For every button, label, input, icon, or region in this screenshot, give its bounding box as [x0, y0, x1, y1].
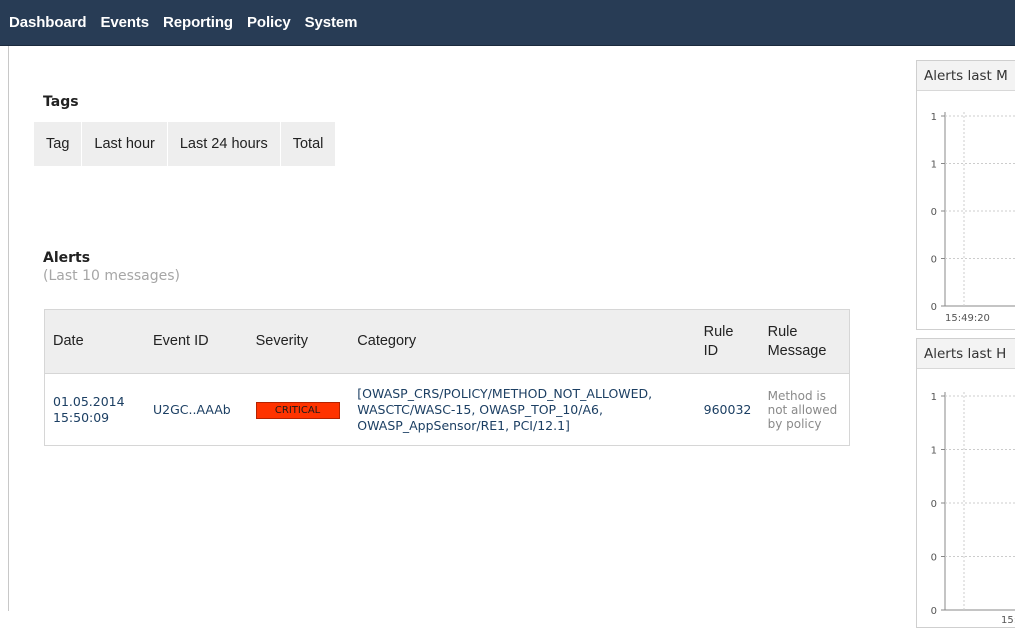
- alerts-col-rule-message[interactable]: Rule Message: [759, 309, 850, 374]
- chart-alerts-last-hour: 1 1 0 0 0 15:0: [931, 392, 1015, 626]
- alerts-col-rule-message-label: Rule Message: [767, 323, 827, 359]
- alerts-col-event-id[interactable]: Event ID: [145, 309, 248, 374]
- widget-alerts-last-hour: Alerts last H 1 1 0 0 0 15:0: [916, 338, 1015, 628]
- widget-header-minute: Alerts last M: [917, 61, 1015, 91]
- alert-category: [OWASP_CRS/POLICY/METHOD_NOT_ALLOWED, WA…: [349, 373, 696, 446]
- alert-date-text: 01.05.2014 15:50:09: [53, 393, 125, 425]
- tags-col-last-24-hours[interactable]: Last 24 hours: [168, 122, 281, 166]
- alert-rule-id[interactable]: 960032: [695, 373, 760, 446]
- alerts-title: Alerts: [43, 250, 91, 266]
- y-tick-label: 1: [931, 112, 937, 123]
- y-tick-label: 1: [931, 446, 937, 457]
- left-border: [8, 46, 9, 611]
- y-tick-label: 1: [931, 392, 937, 403]
- top-navbar: Dashboard Events Reporting Policy System: [0, 0, 1015, 46]
- alerts-col-date[interactable]: Date: [44, 309, 145, 374]
- x-tick-label: 15:0: [1001, 615, 1015, 626]
- tags-col-last-hour[interactable]: Last hour: [82, 122, 168, 166]
- nav-policy[interactable]: Policy: [247, 14, 291, 31]
- tags-table: Tag Last hour Last 24 hours Total: [34, 122, 336, 166]
- chart-alerts-last-minute: 1100015:49:201: [931, 112, 1015, 324]
- alerts-subtitle: (Last 10 messages): [43, 268, 181, 284]
- alerts-table: Date Event ID Severity Category Rule ID …: [44, 309, 850, 446]
- y-tick-label: 0: [931, 255, 937, 266]
- y-tick-label: 0: [931, 302, 937, 313]
- alerts-col-severity[interactable]: Severity: [247, 309, 350, 374]
- alert-event-id[interactable]: U2GC..AAAb: [145, 373, 248, 446]
- widget-header-hour: Alerts last H: [917, 339, 1015, 369]
- nav-events[interactable]: Events: [100, 14, 149, 31]
- y-tick-label: 0: [931, 499, 937, 510]
- severity-badge: CRITICAL: [255, 401, 340, 419]
- alert-severity: CRITICAL: [247, 373, 350, 446]
- nav-reporting[interactable]: Reporting: [163, 14, 233, 31]
- tags-col-total[interactable]: Total: [281, 122, 336, 166]
- x-tick-label: 15:49:20: [945, 313, 990, 324]
- widget-alerts-last-minute: Alerts last M 1100015:49:201: [916, 60, 1015, 330]
- alerts-col-category[interactable]: Category: [349, 309, 696, 374]
- alerts-col-rule-id-label: Rule ID: [703, 323, 734, 359]
- y-tick-label: 1: [931, 160, 937, 171]
- table-row[interactable]: 01.05.2014 15:50:09 U2GC..AAAb CRITICAL …: [44, 373, 850, 446]
- alert-date: 01.05.2014 15:50:09: [44, 373, 145, 446]
- alerts-col-rule-id[interactable]: Rule ID: [695, 309, 760, 374]
- y-tick-label: 0: [931, 207, 937, 218]
- alert-rule-message: Method is not allowed by policy: [759, 373, 850, 446]
- tags-col-tag[interactable]: Tag: [34, 122, 83, 166]
- y-tick-label: 0: [931, 606, 937, 617]
- alerts-header-row: Date Event ID Severity Category Rule ID …: [44, 309, 850, 374]
- y-tick-label: 0: [931, 553, 937, 564]
- nav-system[interactable]: System: [305, 14, 358, 31]
- nav-dashboard[interactable]: Dashboard: [9, 14, 87, 31]
- tags-title: Tags: [43, 94, 79, 110]
